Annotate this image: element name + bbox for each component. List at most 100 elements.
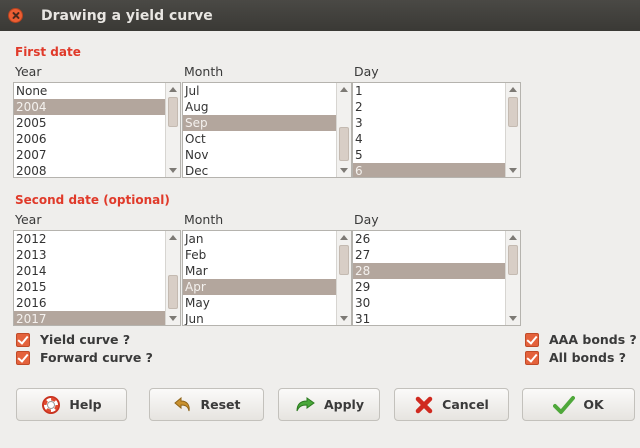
first-year-listbox[interactable]: None 2004 2005 2006 2007 2008 xyxy=(13,82,181,178)
scrollbar-thumb[interactable] xyxy=(168,275,178,309)
scrollbar-thumb[interactable] xyxy=(508,97,518,127)
list-item[interactable]: 2015 xyxy=(14,279,165,295)
list-item[interactable]: 2012 xyxy=(14,231,165,247)
list-item[interactable]: Nov xyxy=(183,147,336,163)
scrollbar-thumb[interactable] xyxy=(168,97,178,127)
second-date-section-label: Second date (optional) xyxy=(15,193,170,207)
first-month-label: Month xyxy=(184,64,224,79)
window-title: Drawing a yield curve xyxy=(41,8,213,24)
help-label: Help xyxy=(69,397,102,412)
scrollbar-thumb[interactable] xyxy=(339,127,349,161)
checkbox-checked-icon[interactable] xyxy=(525,332,539,347)
list-item[interactable]: Jun xyxy=(183,311,336,325)
list-item[interactable]: Aug xyxy=(183,99,336,115)
list-item[interactable]: 27 xyxy=(353,247,505,263)
all-bonds-label: All bonds ? xyxy=(549,350,627,365)
list-item[interactable]: 30 xyxy=(353,295,505,311)
list-item[interactable]: 2017 xyxy=(14,311,165,325)
checkbox-checked-icon[interactable] xyxy=(16,350,30,365)
checkmark-icon xyxy=(553,395,576,414)
list-item[interactable]: None xyxy=(14,83,165,99)
second-year-listbox[interactable]: 2012 2013 2014 2015 2016 2017 xyxy=(13,230,181,326)
second-day-listbox[interactable]: 26 27 28 29 30 31 xyxy=(352,230,521,326)
scroll-up-icon[interactable] xyxy=(169,235,177,240)
list-item[interactable]: May xyxy=(183,295,336,311)
list-item[interactable]: 2005 xyxy=(14,115,165,131)
forward-curve-checkbox[interactable]: Forward curve ? xyxy=(16,350,153,365)
list-item[interactable]: 1 xyxy=(353,83,505,99)
scroll-up-icon[interactable] xyxy=(509,235,517,240)
list-item[interactable]: 2016 xyxy=(14,295,165,311)
list-item[interactable]: 26 xyxy=(353,231,505,247)
reset-label: Reset xyxy=(200,397,241,412)
list-item[interactable]: 2007 xyxy=(14,147,165,163)
scroll-down-icon[interactable] xyxy=(340,316,348,321)
list-item[interactable]: 29 xyxy=(353,279,505,295)
forward-curve-label: Forward curve ? xyxy=(40,350,153,365)
aaa-bonds-label: AAA bonds ? xyxy=(549,332,637,347)
cancel-x-icon xyxy=(415,396,433,413)
list-item[interactable]: Jul xyxy=(183,83,336,99)
list-item[interactable]: 28 xyxy=(353,263,505,279)
first-year-scrollbar[interactable] xyxy=(165,83,180,177)
list-item[interactable]: Apr xyxy=(183,279,336,295)
scrollbar-thumb[interactable] xyxy=(339,245,349,275)
list-item[interactable]: Dec xyxy=(183,163,336,177)
aaa-bonds-checkbox[interactable]: AAA bonds ? xyxy=(525,332,637,347)
cancel-button[interactable]: Cancel xyxy=(394,388,509,421)
scrollbar-thumb[interactable] xyxy=(508,245,518,275)
scroll-up-icon[interactable] xyxy=(340,87,348,92)
list-item[interactable]: Oct xyxy=(183,131,336,147)
list-item[interactable]: 3 xyxy=(353,115,505,131)
list-item[interactable]: Mar xyxy=(183,263,336,279)
title-bar: Drawing a yield curve xyxy=(0,0,640,31)
list-item[interactable]: 2004 xyxy=(14,99,165,115)
yield-curve-label: Yield curve ? xyxy=(40,332,131,347)
list-item[interactable]: Feb xyxy=(183,247,336,263)
scroll-up-icon[interactable] xyxy=(340,235,348,240)
first-day-listbox[interactable]: 123456 xyxy=(352,82,521,178)
first-date-section-label: First date xyxy=(15,45,81,59)
list-item[interactable]: 2 xyxy=(353,99,505,115)
scroll-down-icon[interactable] xyxy=(509,316,517,321)
list-item[interactable]: 31 xyxy=(353,311,505,325)
help-button[interactable]: Help xyxy=(16,388,127,421)
scroll-down-icon[interactable] xyxy=(169,316,177,321)
second-day-label: Day xyxy=(354,212,379,227)
reset-button[interactable]: Reset xyxy=(149,388,264,421)
undo-arrow-icon xyxy=(173,396,190,411)
list-item[interactable]: 2014 xyxy=(14,263,165,279)
list-item[interactable]: 2006 xyxy=(14,131,165,147)
list-item[interactable]: Jan xyxy=(183,231,336,247)
checkbox-checked-icon[interactable] xyxy=(16,332,30,347)
list-item[interactable]: Sep xyxy=(183,115,336,131)
ok-button[interactable]: OK xyxy=(522,388,635,421)
ok-label: OK xyxy=(583,397,604,412)
second-year-scrollbar[interactable] xyxy=(165,231,180,325)
first-month-listbox[interactable]: Jul Aug Sep Oct Nov Dec xyxy=(182,82,352,178)
checkbox-checked-icon[interactable] xyxy=(525,350,539,365)
scroll-down-icon[interactable] xyxy=(169,168,177,173)
first-day-scrollbar[interactable] xyxy=(505,83,520,177)
first-month-scrollbar[interactable] xyxy=(336,83,351,177)
list-item[interactable]: 2008 xyxy=(14,163,165,177)
scroll-up-icon[interactable] xyxy=(169,87,177,92)
list-item[interactable]: 4 xyxy=(353,131,505,147)
list-item[interactable]: 6 xyxy=(353,163,505,177)
all-bonds-checkbox[interactable]: All bonds ? xyxy=(525,350,626,365)
close-icon[interactable] xyxy=(8,8,23,23)
apply-button[interactable]: Apply xyxy=(278,388,380,421)
list-item[interactable]: 2013 xyxy=(14,247,165,263)
yield-curve-checkbox[interactable]: Yield curve ? xyxy=(16,332,130,347)
scroll-down-icon[interactable] xyxy=(340,168,348,173)
scroll-up-icon[interactable] xyxy=(509,87,517,92)
second-day-scrollbar[interactable] xyxy=(505,231,520,325)
second-month-listbox[interactable]: Jan Feb Mar Apr May Jun xyxy=(182,230,352,326)
second-month-scrollbar[interactable] xyxy=(336,231,351,325)
cancel-label: Cancel xyxy=(442,397,489,412)
second-year-label: Year xyxy=(15,212,42,227)
first-year-label: Year xyxy=(15,64,42,79)
lifebuoy-icon xyxy=(42,395,61,414)
list-item[interactable]: 5 xyxy=(353,147,505,163)
scroll-down-icon[interactable] xyxy=(509,168,517,173)
